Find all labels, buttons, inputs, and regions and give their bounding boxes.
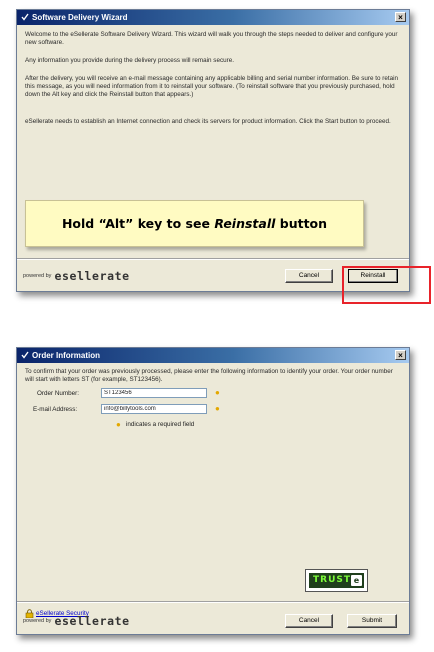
wizard-security-text: Any information you provide during the d… bbox=[25, 57, 234, 64]
wizard-close-button[interactable]: × bbox=[395, 12, 406, 22]
order-title-bar[interactable]: Order Information × bbox=[17, 348, 409, 363]
wizard-connection-text: eSellerate needs to establish an Interne… bbox=[25, 118, 391, 125]
wizard-welcome-text: Welcome to the eSellerate Software Deliv… bbox=[25, 31, 398, 46]
cancel-button[interactable]: Cancel bbox=[285, 614, 333, 628]
close-icon: × bbox=[398, 13, 403, 22]
required-marker-icon: ● bbox=[116, 420, 121, 429]
required-field-note: indicates a required field bbox=[126, 421, 195, 428]
esellerate-logo: esellerate bbox=[54, 613, 130, 628]
email-label: E-mail Address: bbox=[33, 406, 78, 413]
close-icon: × bbox=[398, 351, 403, 360]
powered-by-logo: powered by esellerate bbox=[23, 613, 130, 628]
truste-mark: e bbox=[351, 575, 362, 586]
esellerate-logo: esellerate bbox=[54, 268, 130, 283]
order-number-label: Order Number: bbox=[37, 390, 79, 397]
order-title: Order Information bbox=[32, 351, 101, 360]
alt-key-callout: Hold “Alt” key to see Reinstall button bbox=[25, 200, 364, 247]
check-icon bbox=[21, 351, 29, 359]
order-information-window: Order Information × To confirm that your… bbox=[16, 347, 410, 635]
wizard-delivery-text: After the delivery, you will receive an … bbox=[25, 75, 398, 98]
check-icon bbox=[21, 13, 29, 21]
order-number-input[interactable]: ST123456 bbox=[101, 388, 207, 398]
callout-emphasis: Reinstall bbox=[214, 216, 276, 231]
email-input[interactable]: info@billytools.com bbox=[101, 404, 207, 414]
order-intro-text: To confirm that your order was previousl… bbox=[25, 368, 393, 383]
order-close-button[interactable]: × bbox=[395, 350, 406, 360]
powered-by-logo: powered by esellerate bbox=[23, 268, 130, 283]
footer-divider bbox=[17, 258, 409, 260]
required-marker-icon: ● bbox=[215, 388, 220, 397]
truste-seal[interactable]: TRUST e bbox=[305, 569, 368, 592]
footer-divider bbox=[17, 601, 409, 603]
wizard-title: Software Delivery Wizard bbox=[32, 13, 128, 22]
submit-button[interactable]: Submit bbox=[347, 614, 397, 628]
wizard-title-bar[interactable]: Software Delivery Wizard × bbox=[17, 10, 409, 25]
reinstall-highlight bbox=[342, 266, 431, 304]
software-delivery-wizard-window: Software Delivery Wizard × Welcome to th… bbox=[16, 9, 410, 292]
required-marker-icon: ● bbox=[215, 404, 220, 413]
cancel-button[interactable]: Cancel bbox=[285, 269, 333, 283]
callout-text: Hold “Alt” key to see Reinstall button bbox=[61, 216, 328, 231]
